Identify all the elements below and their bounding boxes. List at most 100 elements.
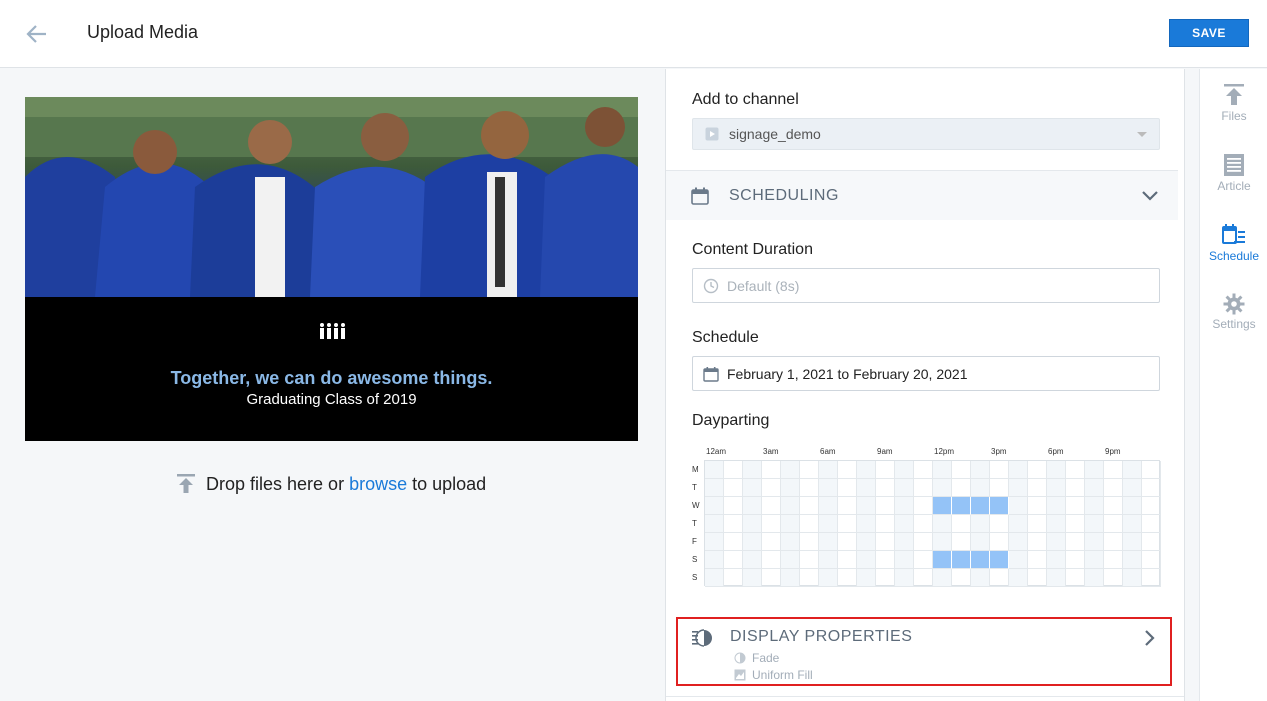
schedule-date-range[interactable]: February 1, 2021 to February 20, 2021 <box>692 356 1160 391</box>
dayparting-cell[interactable] <box>1047 497 1066 515</box>
channel-select[interactable]: signage_demo <box>692 118 1160 150</box>
dayparting-cell[interactable] <box>781 551 800 569</box>
dayparting-cell[interactable] <box>990 461 1009 479</box>
dayparting-cell[interactable] <box>876 461 895 479</box>
dayparting-cell[interactable] <box>895 569 914 587</box>
dayparting-cell[interactable] <box>971 515 990 533</box>
dayparting-cell[interactable] <box>1028 569 1047 587</box>
dayparting-cell[interactable] <box>838 551 857 569</box>
dayparting-cell[interactable] <box>1123 461 1142 479</box>
dayparting-cell[interactable] <box>1028 479 1047 497</box>
dayparting-cell[interactable] <box>1009 515 1028 533</box>
dayparting-cell[interactable] <box>1085 479 1104 497</box>
dayparting-cell[interactable] <box>952 551 971 569</box>
dayparting-cell[interactable] <box>1142 551 1161 569</box>
dayparting-cell[interactable] <box>838 497 857 515</box>
dayparting-cell[interactable] <box>971 479 990 497</box>
dayparting-cell[interactable] <box>781 533 800 551</box>
dayparting-cell[interactable] <box>1066 533 1085 551</box>
dayparting-cell[interactable] <box>1028 533 1047 551</box>
dayparting-cell[interactable] <box>933 533 952 551</box>
dayparting-cell[interactable] <box>933 551 952 569</box>
dayparting-cell[interactable] <box>800 533 819 551</box>
dayparting-cell[interactable] <box>1142 515 1161 533</box>
dayparting-cell[interactable] <box>819 461 838 479</box>
dayparting-cell[interactable] <box>743 461 762 479</box>
dayparting-cell[interactable] <box>1028 461 1047 479</box>
dayparting-cell[interactable] <box>781 497 800 515</box>
dayparting-cell[interactable] <box>1123 515 1142 533</box>
dayparting-cell[interactable] <box>781 479 800 497</box>
dayparting-cell[interactable] <box>914 533 933 551</box>
dayparting-cell[interactable] <box>990 479 1009 497</box>
dayparting-cell[interactable] <box>762 497 781 515</box>
dayparting-cell[interactable] <box>1085 533 1104 551</box>
dayparting-cell[interactable] <box>933 515 952 533</box>
dayparting-cell[interactable] <box>1085 515 1104 533</box>
dayparting-cell[interactable] <box>971 533 990 551</box>
rail-item-schedule[interactable]: Schedule <box>1200 223 1267 263</box>
dayparting-cell[interactable] <box>895 479 914 497</box>
dayparting-cell[interactable] <box>1047 533 1066 551</box>
dayparting-cell[interactable] <box>819 533 838 551</box>
dayparting-cell[interactable] <box>705 533 724 551</box>
dayparting-cell[interactable] <box>762 551 781 569</box>
dayparting-cell[interactable] <box>971 569 990 587</box>
dayparting-cell[interactable] <box>1123 551 1142 569</box>
dayparting-cell[interactable] <box>1009 479 1028 497</box>
dayparting-cell[interactable] <box>1142 497 1161 515</box>
dayparting-cell[interactable] <box>1047 479 1066 497</box>
rail-item-settings[interactable]: Settings <box>1200 293 1267 331</box>
rail-item-article[interactable]: Article <box>1200 153 1267 193</box>
dayparting-cell[interactable] <box>876 515 895 533</box>
dayparting-cell[interactable] <box>876 497 895 515</box>
dayparting-cell[interactable] <box>857 569 876 587</box>
dayparting-cell[interactable] <box>1123 569 1142 587</box>
dayparting-cell[interactable] <box>895 461 914 479</box>
dayparting-cell[interactable] <box>1142 569 1161 587</box>
dayparting-cell[interactable] <box>762 515 781 533</box>
dayparting-cell[interactable] <box>876 533 895 551</box>
dayparting-cell[interactable] <box>724 497 743 515</box>
dayparting-cell[interactable] <box>1104 479 1123 497</box>
dayparting-cell[interactable] <box>762 569 781 587</box>
dayparting-cell[interactable] <box>705 479 724 497</box>
dayparting-cell[interactable] <box>724 551 743 569</box>
dayparting-cell[interactable] <box>1009 461 1028 479</box>
dayparting-cell[interactable] <box>819 569 838 587</box>
dayparting-cell[interactable] <box>705 515 724 533</box>
dayparting-cell[interactable] <box>857 497 876 515</box>
dayparting-cell[interactable] <box>1104 515 1123 533</box>
dayparting-cell[interactable] <box>1104 551 1123 569</box>
dayparting-cell[interactable] <box>1047 551 1066 569</box>
dayparting-cell[interactable] <box>743 551 762 569</box>
dayparting-cell[interactable] <box>895 533 914 551</box>
dayparting-cell[interactable] <box>781 515 800 533</box>
dayparting-cell[interactable] <box>933 461 952 479</box>
dayparting-cell[interactable] <box>857 551 876 569</box>
dayparting-cell[interactable] <box>1047 515 1066 533</box>
dayparting-cell[interactable] <box>914 515 933 533</box>
browse-link[interactable]: browse <box>349 474 407 495</box>
dayparting-cell[interactable] <box>819 479 838 497</box>
dayparting-cell[interactable] <box>895 497 914 515</box>
dayparting-cell[interactable] <box>800 569 819 587</box>
dayparting-cell[interactable] <box>1028 497 1047 515</box>
dayparting-cell[interactable] <box>952 461 971 479</box>
dayparting-cell[interactable] <box>1066 551 1085 569</box>
dayparting-cell[interactable] <box>724 515 743 533</box>
dayparting-cell[interactable] <box>838 533 857 551</box>
dayparting-cell[interactable] <box>800 551 819 569</box>
dayparting-cell[interactable] <box>705 569 724 587</box>
dayparting-cell[interactable] <box>952 533 971 551</box>
dayparting-cell[interactable] <box>800 515 819 533</box>
dayparting-cell[interactable] <box>952 497 971 515</box>
dayparting-cell[interactable] <box>876 551 895 569</box>
dayparting-cell[interactable] <box>838 515 857 533</box>
dayparting-cell[interactable] <box>800 479 819 497</box>
dayparting-cell[interactable] <box>1142 479 1161 497</box>
dayparting-cell[interactable] <box>914 569 933 587</box>
dayparting-cell[interactable] <box>990 551 1009 569</box>
drop-zone[interactable]: Drop files here or browse to upload <box>176 473 486 495</box>
back-arrow-icon[interactable] <box>24 21 50 47</box>
